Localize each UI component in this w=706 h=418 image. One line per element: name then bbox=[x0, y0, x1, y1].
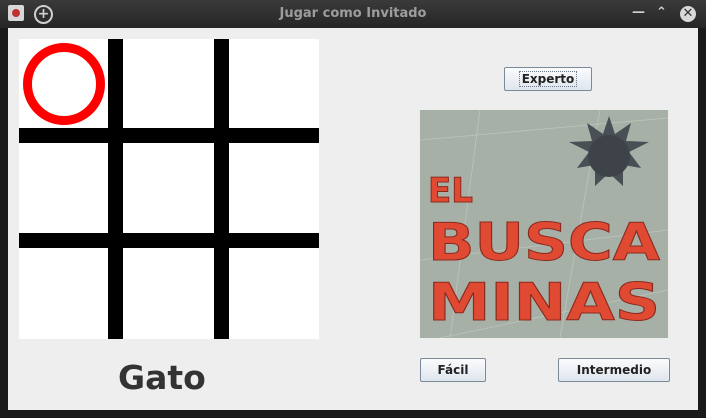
board-line bbox=[108, 39, 123, 339]
logo-art: EL BUSCA MINAS bbox=[420, 110, 668, 338]
o-mark-icon bbox=[23, 43, 105, 125]
board-line bbox=[214, 39, 229, 339]
window-content: Gato Experto EL BUSCA MINAS Fácil Interm… bbox=[8, 28, 698, 410]
logo-line-3: MINAS bbox=[428, 273, 660, 333]
easy-button-label: Fácil bbox=[437, 363, 469, 377]
window-title: Jugar como Invitado bbox=[279, 6, 427, 21]
intermediate-button[interactable]: Intermedio bbox=[558, 358, 670, 382]
minimize-icon[interactable]: — bbox=[632, 5, 645, 20]
maximize-icon[interactable]: ⌃ bbox=[656, 5, 667, 20]
intermediate-button-label: Intermedio bbox=[576, 363, 652, 377]
buscaminas-logo: EL BUSCA MINAS bbox=[420, 110, 668, 338]
logo-line-2: BUSCA bbox=[428, 213, 660, 273]
tic-tac-toe-board[interactable] bbox=[19, 39, 319, 339]
expert-button[interactable]: Experto bbox=[504, 67, 592, 91]
easy-button[interactable]: Fácil bbox=[420, 358, 486, 382]
close-icon[interactable]: ✕ bbox=[680, 6, 696, 22]
game-title: Gato bbox=[118, 358, 206, 397]
logo-line-1: EL bbox=[428, 171, 473, 211]
board-line bbox=[19, 128, 319, 143]
board-line bbox=[19, 233, 319, 248]
title-bar: + Jugar como Invitado — ⌃ ✕ bbox=[0, 0, 706, 28]
expert-button-label: Experto bbox=[518, 71, 578, 87]
